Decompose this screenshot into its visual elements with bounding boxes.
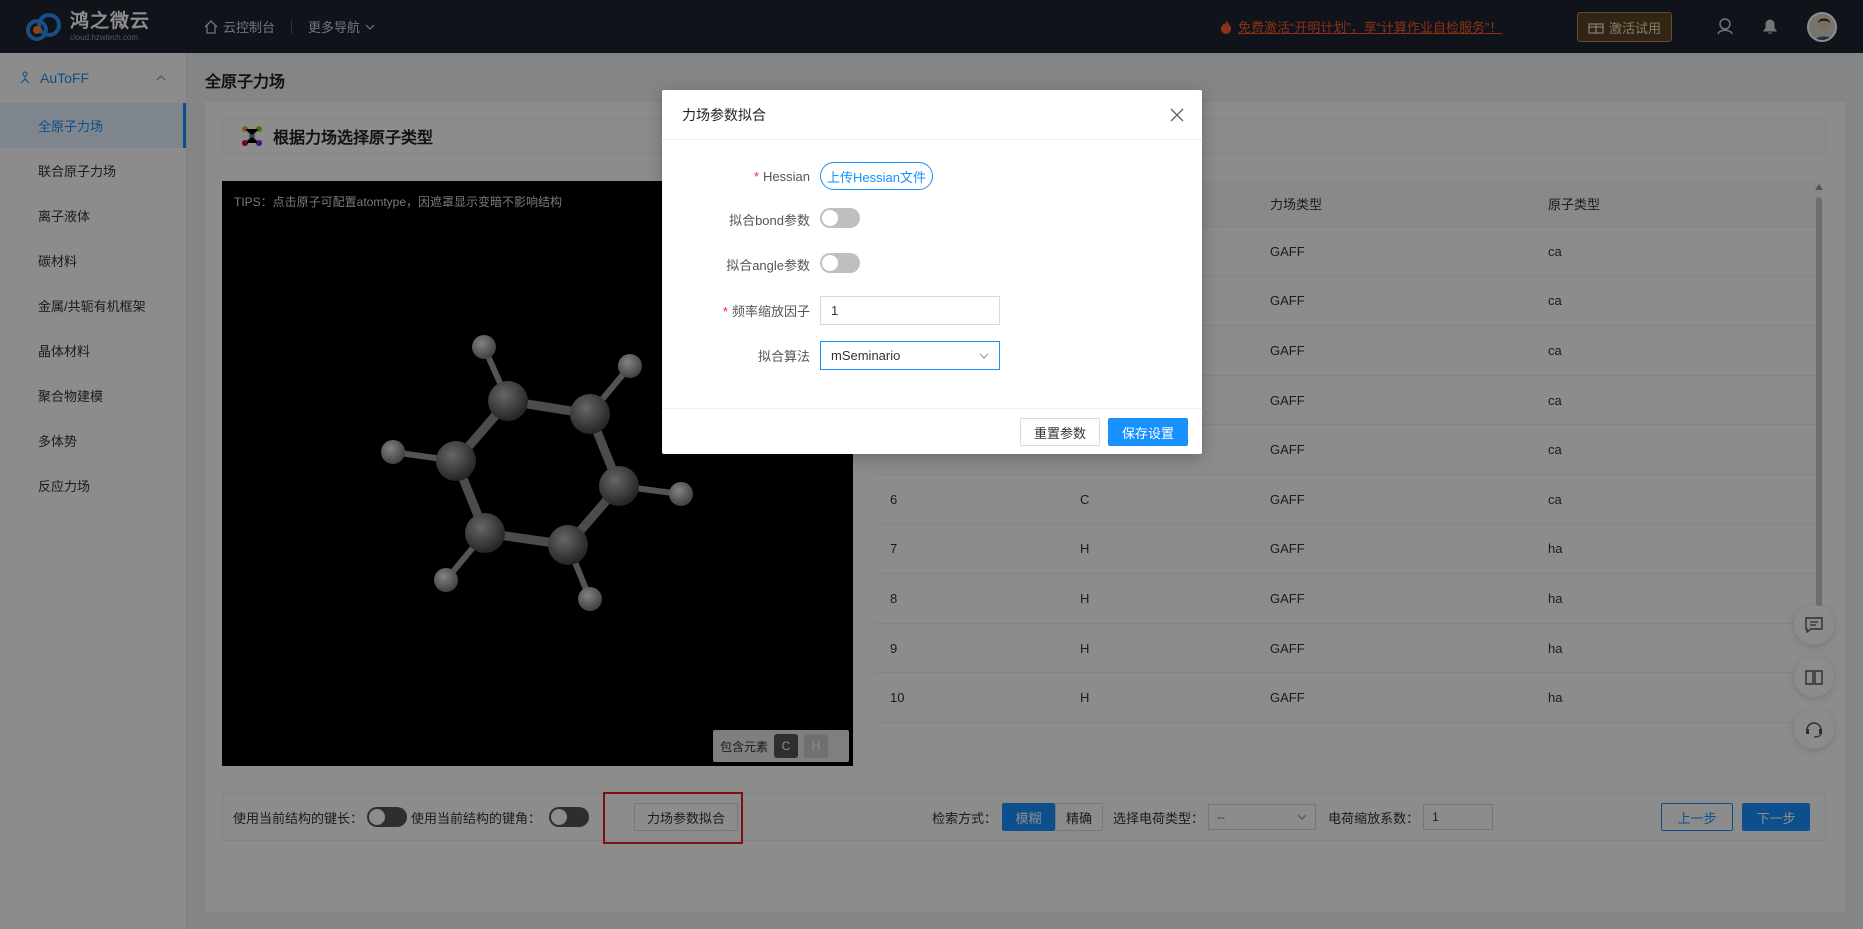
forcefield-fit-dialog: 力场参数拟合 * Hessian 上传Hessian文件 拟合bond参数 拟合a…	[662, 90, 1202, 454]
fit-algorithm-value: mSeminario	[831, 348, 901, 363]
fit-bond-label: 拟合bond参数	[729, 213, 810, 228]
freq-scale-input[interactable]: 1	[820, 296, 1000, 325]
fit-bond-toggle[interactable]	[820, 208, 860, 228]
form-row-bond: 拟合bond参数	[662, 208, 1202, 231]
form-row-angle: 拟合angle参数	[662, 253, 1202, 276]
fit-angle-label: 拟合angle参数	[726, 258, 810, 273]
upload-hessian-button[interactable]: 上传Hessian文件	[820, 162, 933, 190]
save-settings-button[interactable]: 保存设置	[1108, 418, 1188, 446]
dialog-footer: 重置参数 保存设置	[662, 408, 1202, 454]
dialog-header: 力场参数拟合	[662, 90, 1202, 140]
chevron-down-icon	[979, 353, 989, 359]
form-row-hessian: * Hessian 上传Hessian文件	[662, 162, 1202, 190]
freq-scale-label: 频率缩放因子	[731, 304, 810, 319]
dialog-title: 力场参数拟合	[682, 106, 766, 123]
hessian-label: Hessian	[763, 168, 810, 184]
fit-algorithm-select[interactable]: mSeminario	[820, 341, 1000, 370]
form-row-freq: * 频率缩放因子 1	[662, 296, 1202, 325]
close-icon[interactable]	[1168, 106, 1186, 124]
reset-params-button[interactable]: 重置参数	[1020, 418, 1100, 446]
fit-algorithm-label: 拟合算法	[757, 349, 810, 364]
fit-angle-toggle[interactable]	[820, 253, 860, 273]
form-row-algo: 拟合算法 mSeminario	[662, 341, 1202, 370]
